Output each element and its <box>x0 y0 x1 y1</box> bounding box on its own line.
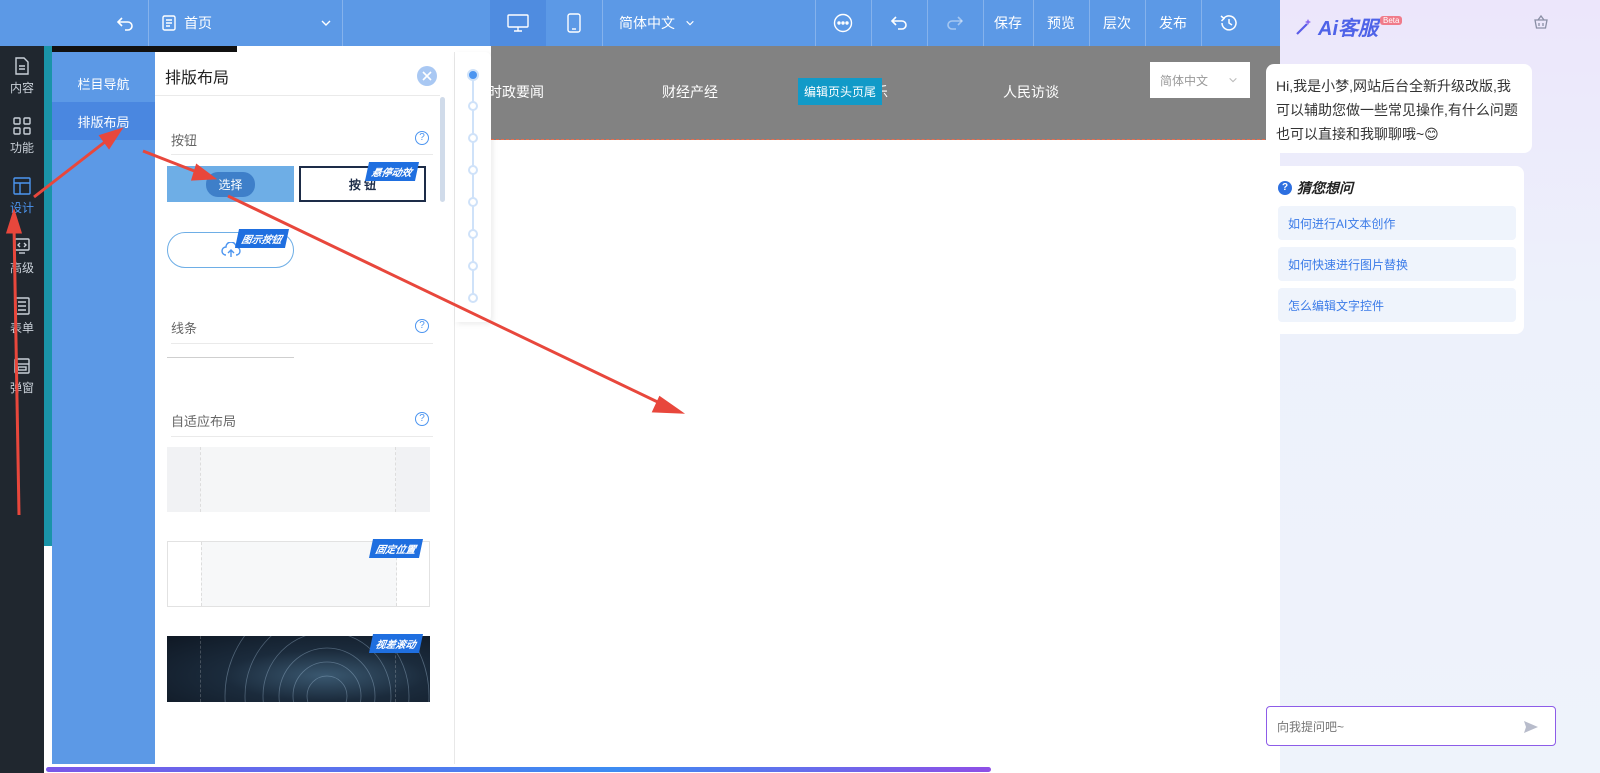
ai-greeting-bubble: Hi,我是小梦,网站后台全新升级改版,我可以辅助您做一些常见操作,有什么问题也可… <box>1266 64 1532 153</box>
magic-wand-icon <box>1296 18 1311 35</box>
beta-badge: Beta <box>1380 16 1403 25</box>
suggested-question[interactable]: 怎么编辑文字控件 <box>1278 288 1516 322</box>
ai-greeting-text: Hi,我是小梦,网站后台全新升级改版,我可以辅助您做一些常见操作,有什么问题也可… <box>1276 78 1518 142</box>
annotation-arrows <box>5 127 686 516</box>
send-icon[interactable] <box>1523 719 1539 735</box>
suggested-question[interactable]: 如何进行AI文本创作 <box>1278 206 1516 240</box>
ai-logo: Ai客服 Beta <box>1294 12 1403 41</box>
suggested-question[interactable]: 如何快速进行图片替换 <box>1278 247 1516 281</box>
basket-icon[interactable] <box>1533 14 1549 33</box>
question-icon: ? <box>1278 181 1292 195</box>
guess-questions-card: ? 猜您想问 如何进行AI文本创作 如何快速进行图片替换 怎么编辑文字控件 <box>1266 166 1524 334</box>
loading-progress-bar <box>46 767 991 772</box>
ai-question-input[interactable] <box>1277 717 1507 737</box>
ai-assistant-panel: Ai客服 Beta Hi,我是小梦,网站后台全新升级改版,我可以辅助您做一些常见… <box>1266 0 1600 773</box>
ai-title: Ai客服 <box>1318 18 1378 40</box>
guess-title: 猜您想问 <box>1297 180 1353 196</box>
ai-input-box[interactable] <box>1266 706 1556 746</box>
